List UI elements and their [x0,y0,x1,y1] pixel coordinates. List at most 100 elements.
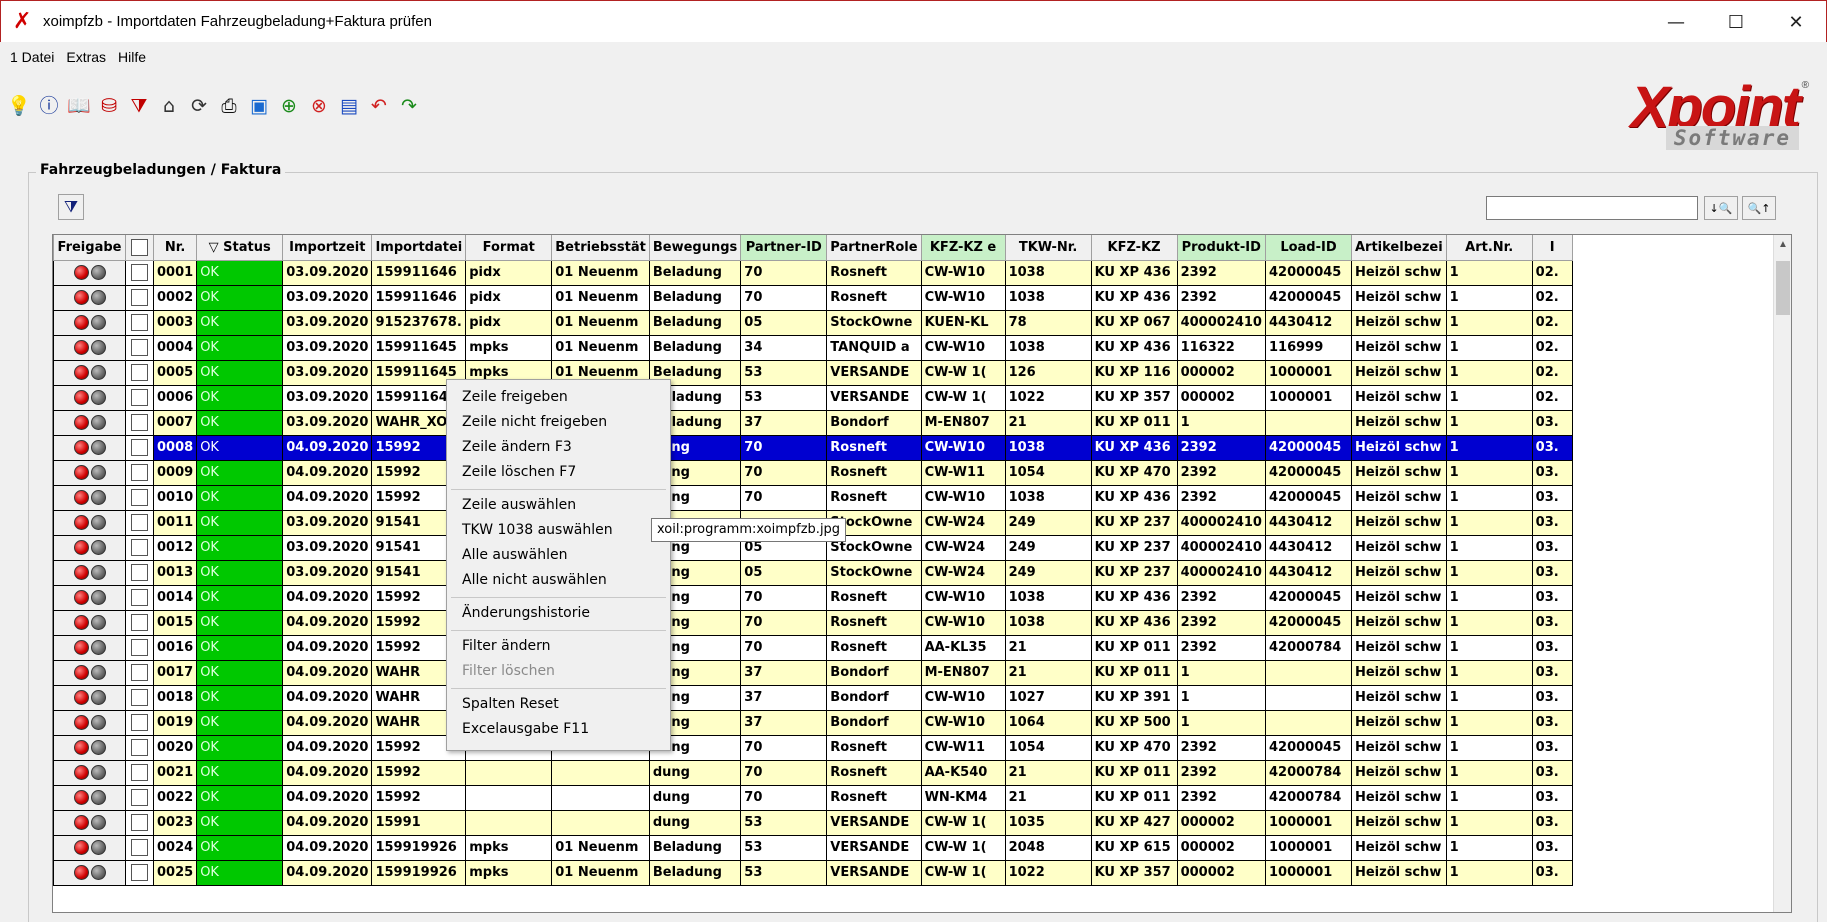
row-checkbox-cell[interactable] [125,609,154,636]
freigabe-cell[interactable] [53,709,126,736]
freigabe-cell[interactable] [53,434,126,461]
row-checkbox-cell[interactable] [125,259,154,286]
freigabe-cell[interactable] [53,309,126,336]
column-header[interactable]: Importzeit [282,235,373,261]
row-checkbox-cell[interactable] [125,834,154,861]
column-header[interactable]: Format [465,235,553,261]
table-row[interactable]: 0006OK03.09.2020159911645mpks01 NeuenmBe… [53,384,1573,411]
row-checkbox-cell[interactable] [125,284,154,311]
table-row[interactable]: 0013 OK 03.09.2020 91541 dung 05 StockOwne CW-W… [53,559,1573,586]
column-header[interactable]: Partner-ID [740,235,828,261]
filter-icon[interactable]: ⧩ [126,92,152,120]
freigabe-cell[interactable] [53,284,126,311]
freigabe-cell[interactable] [53,384,126,411]
row-checkbox-cell[interactable] [125,634,154,661]
row-checkbox-cell[interactable] [125,509,154,536]
row-checkbox[interactable] [131,614,148,631]
row-checkbox[interactable] [131,464,148,481]
maximize-button[interactable]: ☐ [1706,1,1766,43]
delete-icon[interactable]: ⊗ [306,92,332,120]
home-icon[interactable]: ⌂ [156,92,182,120]
row-checkbox-cell[interactable] [125,859,154,886]
row-checkbox-cell[interactable] [125,584,154,611]
row-checkbox[interactable] [131,489,148,506]
freigabe-cell[interactable] [53,334,126,361]
freigabe-cell[interactable] [53,534,126,561]
row-checkbox-cell[interactable] [125,334,154,361]
context-menu-item[interactable]: Alle nicht auswählen [462,569,607,591]
row-checkbox[interactable] [131,814,148,831]
freigabe-cell[interactable] [53,459,126,486]
context-menu-item[interactable]: Zeile ändern F3 [462,436,572,458]
row-checkbox[interactable] [131,639,148,656]
row-checkbox-cell[interactable] [125,734,154,761]
row-checkbox-cell[interactable] [125,459,154,486]
row-checkbox[interactable] [131,264,148,281]
table-row[interactable]: 0021 OK 04.09.2020 15992 dung 70 Rosneft AA-K54… [53,759,1573,786]
menu-datei[interactable]: 1 Datei [4,49,60,65]
row-checkbox-cell[interactable] [125,384,154,411]
row-checkbox[interactable] [131,289,148,306]
table-row[interactable]: 0002 OK 03.09.2020 159911646 pidx 01 Neuenm Be… [53,284,1573,311]
data-grid[interactable]: Freigabe Nr. ▽ Status Importzeit Importdatei… [52,234,1792,913]
row-checkbox-cell[interactable] [125,784,154,811]
search-input[interactable] [1486,196,1698,220]
menu-extras[interactable]: Extras [60,49,112,65]
row-checkbox[interactable] [131,589,148,606]
row-checkbox[interactable] [131,839,148,856]
row-checkbox[interactable] [131,364,148,381]
table-row[interactable]: 0015 OK 04.09.2020 15992 dung 70 Rosneft CW-W10… [53,609,1573,636]
menu-hilfe[interactable]: Hilfe [112,49,152,65]
context-menu-item[interactable]: Filter ändern [462,635,550,657]
database-icon[interactable]: ⛁ [96,92,122,120]
column-header[interactable]: I [1531,235,1573,261]
row-checkbox[interactable] [131,864,148,881]
row-checkbox[interactable] [131,789,148,806]
table-row[interactable]: 0009 OK 04.09.2020 15992 dung 70 Rosneft CW-W11… [53,459,1573,486]
freigabe-cell[interactable] [53,609,126,636]
row-checkbox[interactable] [131,714,148,731]
column-header[interactable]: TKW-Nr. [1004,235,1092,261]
column-header[interactable]: Importdatei [371,235,467,261]
row-checkbox[interactable] [131,564,148,581]
freigabe-cell[interactable] [53,409,126,436]
row-checkbox-cell[interactable] [125,559,154,586]
freigabe-cell[interactable] [53,259,126,286]
row-checkbox[interactable] [131,414,148,431]
find-down-button[interactable]: ↓🔍 [1704,196,1738,220]
column-header[interactable]: Load-ID [1264,235,1352,261]
table-row[interactable]: 0008 OK 04.09.2020 15992 dung 70 Rosneft CW-W10… [53,434,1573,461]
freigabe-cell[interactable] [53,659,126,686]
column-header[interactable]: KFZ-KZ [1090,235,1178,261]
hint-bulb-icon[interactable]: 💡 [6,92,32,120]
context-menu-item[interactable]: Änderungshistorie [462,602,590,624]
freigabe-cell[interactable] [53,559,126,586]
column-header[interactable]: KFZ-KZ e [920,235,1006,261]
row-checkbox[interactable] [131,739,148,756]
context-menu-item[interactable]: Spalten Reset [462,693,559,715]
row-checkbox-cell[interactable] [125,484,154,511]
info-icon[interactable]: ⓘ [36,92,62,120]
table-row[interactable]: 0005 OK 03.09.2020 159911645 mpks 01 Neuenm Be… [53,359,1573,386]
column-header[interactable]: Betriebsstät [551,235,650,261]
row-checkbox[interactable] [131,439,148,456]
select-all-checkbox[interactable] [131,238,148,256]
save-icon[interactable]: ▤ [336,92,362,120]
table-row[interactable]: 0017 OK 04.09.2020 WAHR dung 37 Bondorf M-EN807… [53,659,1573,686]
row-checkbox-cell[interactable] [125,659,154,686]
minimize-button[interactable]: — [1646,1,1706,43]
column-header[interactable]: Nr. [152,235,198,261]
row-checkbox[interactable] [131,664,148,681]
column-header[interactable]: PartnerRole [826,235,922,261]
freigabe-cell[interactable] [53,834,126,861]
table-row[interactable]: 0018 OK 04.09.2020 WAHR dung 37 Bondorf CW-W10 1… [53,684,1573,711]
undo-icon[interactable]: ↶ [366,92,392,120]
context-menu-item[interactable]: Zeile freigeben [462,386,568,408]
freigabe-cell[interactable] [53,859,126,886]
row-checkbox[interactable] [131,514,148,531]
freigabe-cell[interactable] [53,809,126,836]
row-checkbox-cell[interactable] [125,359,154,386]
column-header[interactable]: Art.Nr. [1445,235,1533,261]
row-checkbox-cell[interactable] [125,534,154,561]
table-row[interactable]: 0023 OK 04.09.2020 15991 dung 53 VERSANDE CW-W … [53,809,1573,836]
